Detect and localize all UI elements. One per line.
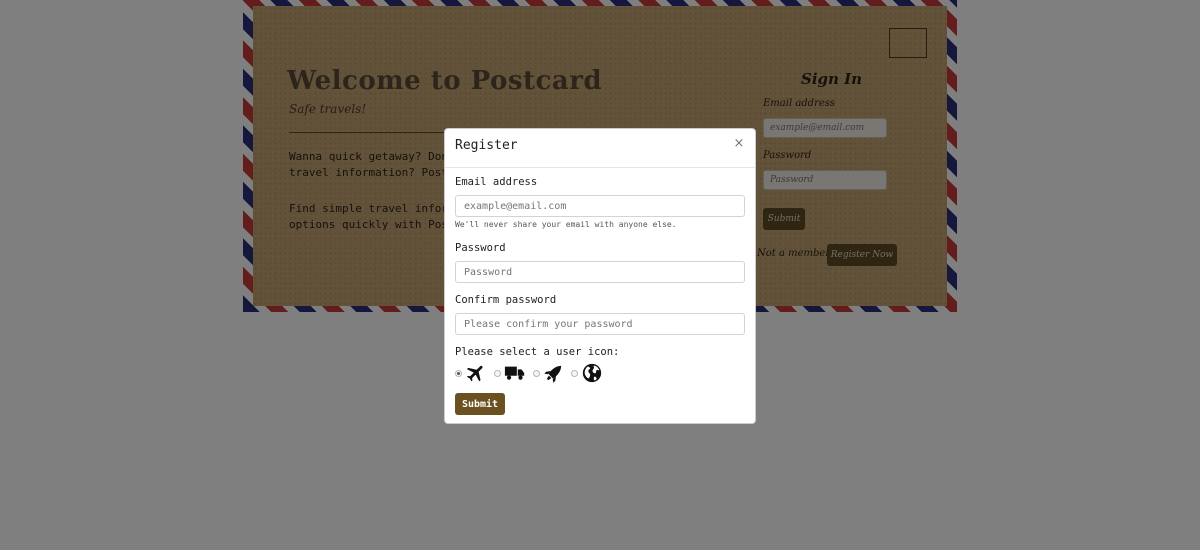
confirm-password-label: Confirm password	[455, 294, 557, 306]
radio-rocket[interactable]	[533, 370, 540, 377]
register-modal: Register × Email address We'll never sha…	[444, 128, 756, 424]
rocket-icon[interactable]	[543, 362, 565, 384]
close-icon[interactable]: ×	[731, 135, 747, 153]
email-field[interactable]	[455, 195, 745, 217]
email-label: Email address	[455, 176, 538, 188]
icon-prompt-label: Please select a user icon:	[455, 346, 620, 358]
globe-icon[interactable]	[581, 362, 603, 384]
truck-icon[interactable]	[504, 362, 526, 384]
radio-truck[interactable]	[494, 370, 501, 377]
password-field[interactable]	[455, 261, 745, 283]
register-submit-button[interactable]: Submit	[455, 393, 505, 415]
modal-header: Register ×	[445, 129, 755, 168]
email-help-text: We'll never share your email with anyone…	[455, 220, 677, 229]
confirm-password-field[interactable]	[455, 313, 745, 335]
password-label: Password	[455, 242, 506, 254]
airplane-icon[interactable]	[465, 362, 487, 384]
modal-title: Register	[455, 138, 518, 153]
radio-airplane[interactable]	[455, 370, 462, 377]
radio-globe[interactable]	[571, 370, 578, 377]
